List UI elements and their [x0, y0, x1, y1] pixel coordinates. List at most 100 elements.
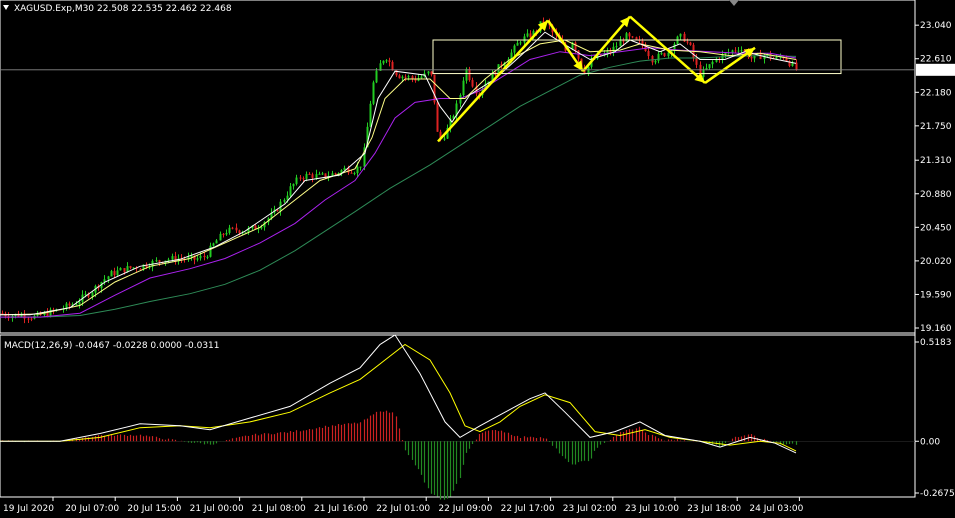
candle-body [139, 268, 142, 270]
candle-body [132, 267, 135, 269]
candle-body [647, 50, 650, 57]
candle-body [523, 36, 526, 43]
candle-body [660, 53, 663, 55]
candle-body [635, 37, 638, 40]
price-tick-label: 21.750 [920, 122, 952, 132]
candle-body [628, 33, 631, 37]
time-tick-label: 21 Jul 00:00 [190, 504, 244, 514]
candle-body [167, 259, 170, 261]
candle-body [68, 303, 71, 306]
time-tick-label: 23 Jul 10:00 [625, 504, 679, 514]
price-tick-label: 20.020 [920, 257, 952, 267]
candle-body [622, 40, 625, 42]
candle-body [158, 260, 161, 262]
candle-body [731, 50, 734, 53]
candle-body [343, 167, 346, 171]
candle-body [123, 268, 126, 273]
candle-body [651, 56, 654, 63]
candle-body [231, 227, 234, 229]
candle-body [212, 243, 215, 246]
candle-body [420, 76, 423, 79]
candle-body [401, 76, 404, 79]
candle-body [299, 177, 302, 179]
candle-body [171, 256, 174, 260]
candle-body [391, 61, 394, 71]
candle-body [331, 173, 334, 176]
time-tick-label: 24 Jul 03:00 [749, 504, 803, 514]
candle-body [430, 71, 433, 75]
candle-body [119, 268, 122, 271]
price-tick-label: 22.180 [920, 88, 952, 98]
candle-body [308, 173, 311, 175]
price-tick-label: 23.040 [920, 21, 952, 31]
candle-body [740, 50, 743, 52]
candle-body [289, 186, 292, 196]
candle-body [615, 46, 618, 48]
candle-body [116, 270, 119, 276]
candle-body [407, 76, 410, 78]
macd-pane[interactable] [0, 334, 916, 498]
candle-body [775, 56, 778, 59]
candle-body [759, 53, 762, 60]
candle-body [318, 173, 321, 175]
candle-body [206, 256, 209, 258]
candle-body [388, 60, 391, 62]
candle-body [315, 174, 318, 178]
candle-body [196, 258, 199, 260]
price-pane[interactable] [0, 0, 916, 334]
candle-body [734, 50, 737, 52]
price-tick-label: 20.880 [920, 190, 952, 200]
candle-body [708, 64, 711, 69]
time-tick-label: 21 Jul 08:00 [252, 504, 306, 514]
candle-body [305, 173, 308, 179]
candle-body [113, 271, 116, 276]
candle-body [519, 42, 522, 44]
candle-body [385, 60, 388, 62]
candle-body [286, 195, 289, 200]
candle-body [711, 61, 714, 65]
price-tick-label: 21.310 [920, 156, 952, 166]
candle-body [27, 318, 30, 320]
candle-body [468, 69, 471, 81]
symbol-info: XAGUSD.Exp,M30 [14, 4, 94, 14]
candle-body [471, 80, 474, 87]
candle-body [513, 45, 516, 53]
candle-body [359, 166, 362, 168]
candle-body [225, 232, 228, 235]
price-tick-label: 19.160 [920, 324, 952, 334]
candle-body [433, 74, 436, 103]
candle-body [679, 33, 682, 37]
candle-body [369, 103, 372, 127]
candle-body [574, 42, 577, 51]
candle-body [1, 313, 4, 315]
time-tick-label: 22 Jul 17:00 [501, 504, 555, 514]
trading-chart[interactable]: 23.040 22.610 22.180 21.750 21.310 20.880 20.4… [0, 0, 955, 518]
candle-body [260, 227, 263, 229]
candle-body [203, 255, 206, 258]
price-tick-label: 20.450 [920, 223, 952, 233]
candle-body [199, 255, 202, 259]
candle-body [737, 50, 740, 52]
macd-tick-label: 0.00 [920, 437, 940, 447]
candle-body [295, 177, 298, 184]
candle-body [459, 95, 462, 104]
candle-body [411, 76, 414, 79]
candle-body [321, 173, 324, 175]
candle-body [686, 41, 689, 43]
candle-body [372, 82, 375, 104]
macd-tick-label: 0.5183 [920, 338, 952, 348]
ohlc-values: 22.508 22.535 22.462 22.468 [97, 4, 232, 14]
time-tick-label: 19 Jul 2020 [3, 504, 54, 514]
candle-body [436, 102, 439, 132]
candle-body [107, 276, 110, 280]
time-tick-label: 22 Jul 09:00 [438, 504, 492, 514]
candle-body [443, 138, 446, 140]
time-tick-label: 20 Jul 15:00 [127, 504, 181, 514]
candle-body [110, 271, 113, 277]
candle-body [129, 266, 132, 268]
candle-body [516, 42, 519, 46]
macd-label: MACD(12,26,9) -0.0467 -0.0228 0.0000 -0.… [4, 341, 220, 351]
candle-body [75, 304, 78, 306]
symbol-header: XAGUSD.Exp,M30 22.508 22.535 22.462 22.4… [3, 4, 232, 14]
candle-body [311, 174, 314, 178]
